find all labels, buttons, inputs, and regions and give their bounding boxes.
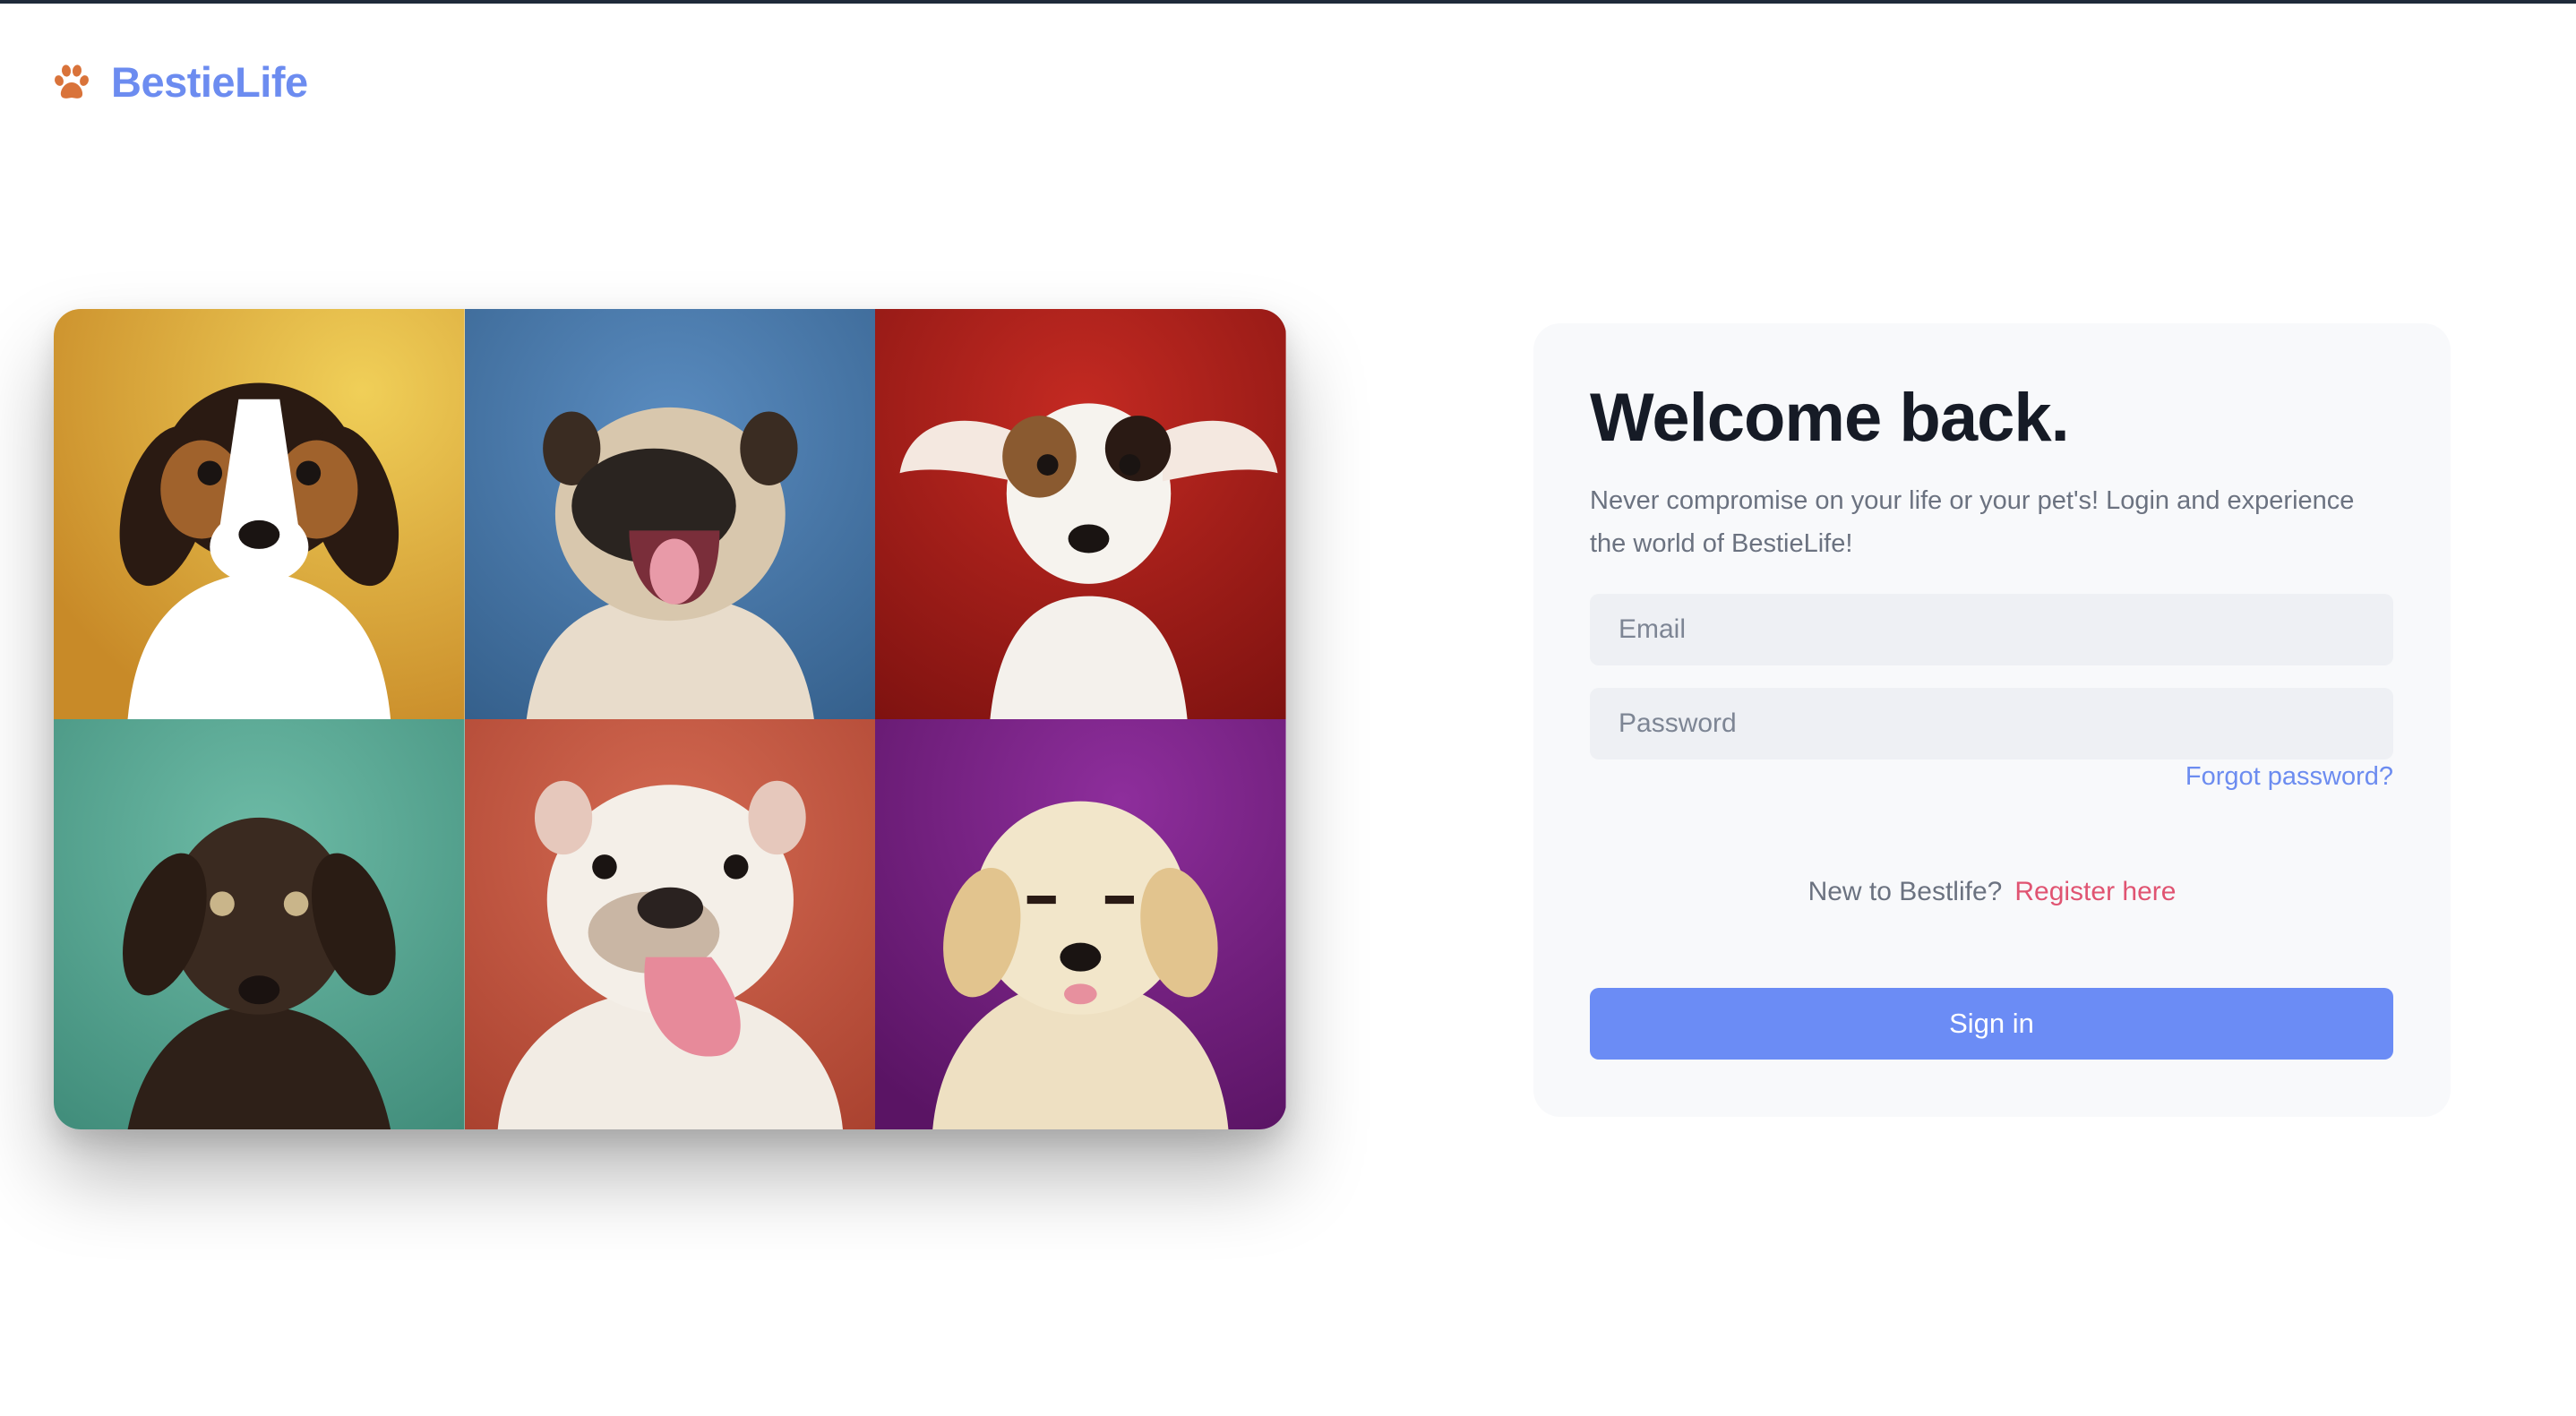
golden-retriever-puppy-photo bbox=[875, 719, 1286, 1129]
bulldog-puppy-photo bbox=[464, 719, 876, 1129]
register-link[interactable]: Register here bbox=[2014, 877, 2176, 906]
forgot-password-link[interactable]: Forgot password? bbox=[2185, 762, 2393, 792]
login-subtitle: Never compromise on your life or your pe… bbox=[1590, 486, 2355, 558]
register-prompt: New to Bestlife? bbox=[1807, 877, 2003, 906]
email-field[interactable] bbox=[1590, 594, 2393, 665]
labrador-puppy-photo bbox=[54, 719, 465, 1129]
top-border bbox=[0, 0, 2576, 4]
page-title: Welcome back. bbox=[1590, 380, 2070, 456]
beagle-puppy-photo bbox=[54, 309, 465, 719]
password-field[interactable] bbox=[1590, 688, 2393, 759]
sign-in-button[interactable]: Sign in bbox=[1590, 988, 2393, 1060]
brand-name: BestieLife bbox=[111, 58, 308, 106]
login-card: Welcome back. Never compromise on your l… bbox=[1533, 323, 2451, 1117]
jack-russell-puppy-photo bbox=[875, 309, 1286, 719]
brand-logo[interactable]: BestieLife bbox=[52, 57, 308, 107]
pug-puppy-photo bbox=[464, 309, 876, 719]
paw-icon bbox=[52, 63, 91, 102]
register-row: New to Bestlife? Register here bbox=[1533, 877, 2451, 907]
puppy-photo-collage bbox=[54, 309, 1286, 1129]
